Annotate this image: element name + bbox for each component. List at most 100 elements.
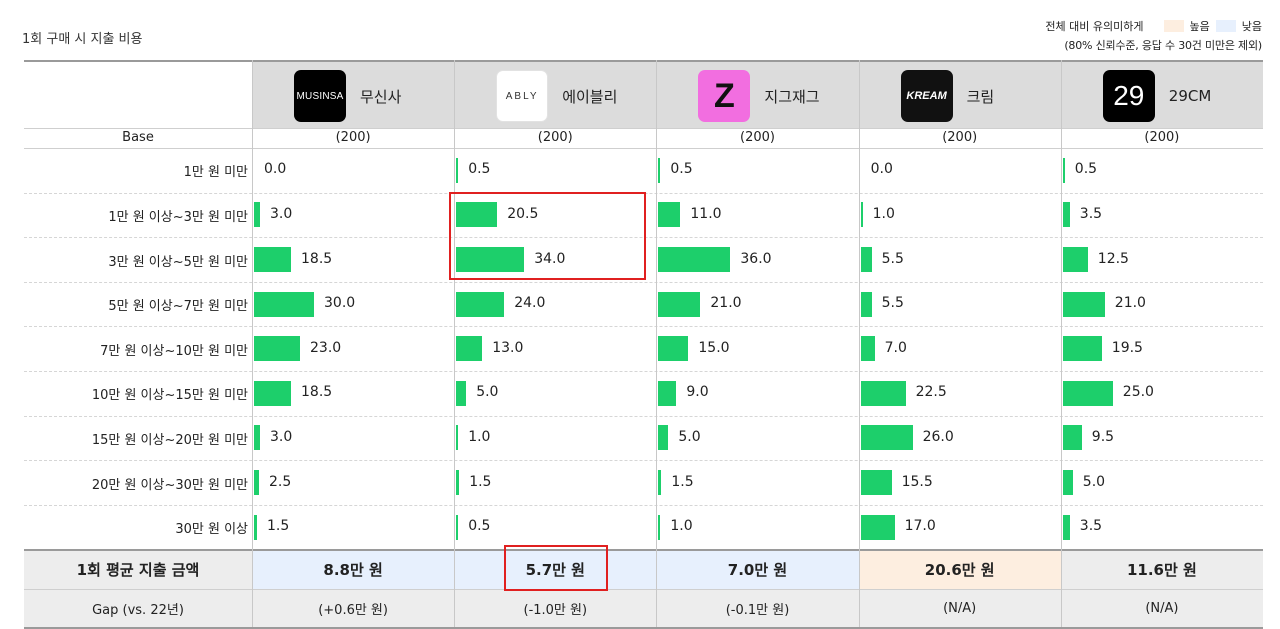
data-label: 1.5 [671,473,694,490]
data-label: 18.5 [301,250,333,267]
data-label: 1.0 [872,205,895,222]
highlight-box-ably-bars [449,191,647,280]
bar [658,514,661,540]
data-label: 30.0 [324,295,356,312]
category-label: 1만 원 이상~3만 원 미만 [108,209,248,225]
category-label: 1만 원 미만 [183,165,248,181]
data-label: 1.5 [267,518,290,535]
musinsa-logo: MUSINSA [294,70,346,122]
bar [1062,470,1073,495]
bar [860,425,913,451]
category-label: 5만 원 이상~7만 원 미만 [108,299,248,315]
row-divider [24,148,1263,149]
avg-label: 1회 평균 지출 금액 [76,560,200,579]
legend-low-label: 낮음 [1241,20,1262,33]
avg-value: 11.6만 원 [1126,560,1197,579]
bar [456,336,483,362]
bar [1062,202,1070,228]
data-label: 21.0 [710,295,742,312]
data-label: 11.0 [690,205,722,222]
legend: 전체 대비 유의미하게 높음 낮음 (80% 신뢰수준, 응답 수 30건 미만… [1000,18,1262,53]
data-label: 0.0 [870,161,893,178]
row-divider [24,415,1263,417]
brand-header-0: MUSINSA 무신사 [294,70,401,122]
bar [860,470,892,495]
data-label: 17.0 [904,518,936,535]
brand-header-4: 29 29CM [1102,70,1211,122]
data-label: 5.5 [881,250,904,267]
kream-logo: KREAM [900,70,953,122]
data-label: 24.0 [514,295,546,312]
avg-value: 8.8만 원 [323,560,383,579]
bar [254,291,314,317]
bar [1062,157,1065,183]
bar [860,291,872,317]
bar [658,336,689,362]
bar [1062,336,1102,362]
data-label: 13.0 [492,339,524,356]
bar [658,247,731,272]
brand-name: 크림 [966,87,995,106]
gap-value: (N/A) [1145,600,1179,616]
brand-name: 지그재그 [764,87,820,106]
base-count: (200) [1144,130,1180,145]
row-divider [24,504,1263,506]
29cm-logo: 29 [1102,70,1155,122]
category-label: 15만 원 이상~20만 원 미만 [91,432,248,448]
spending-table: MUSINSA 무신사 ABLY 에이블리 Z 지그재그 KREAM 크림 29 29CM Base… [24,60,1263,629]
bar [658,202,681,228]
data-label: 36.0 [740,250,772,267]
data-label: 26.0 [922,428,954,445]
category-label: 7만 원 이상~10만 원 미만 [100,343,248,359]
avg-value: 7.0만 원 [727,560,788,579]
row-divider [24,128,1263,129]
row-divider [24,371,1263,372]
data-label: 0.0 [264,161,287,178]
bar [456,380,467,406]
data-label: 2.5 [269,473,292,490]
data-label: 5.0 [678,428,701,445]
gap-value: (-1.0만 원) [523,602,588,618]
brand-name: 에이블리 [562,87,618,106]
base-count: (200) [942,130,978,145]
column-divider [656,60,658,628]
bar [860,202,863,228]
bar [254,202,260,228]
gap-value: (N/A) [943,600,977,616]
bar [860,247,872,272]
legend-note: (80% 신뢰수준, 응답 수 30건 미만은 제외) [1064,39,1262,52]
brand-name: 무신사 [360,87,402,106]
bar [658,425,669,451]
bar [254,425,260,451]
bar [254,514,257,540]
row-divider [24,326,1263,328]
bar [658,470,662,495]
ably-logo: ABLY [496,70,549,122]
data-label: 3.0 [270,428,293,445]
bar [456,514,459,540]
data-label: 0.5 [1074,161,1098,178]
category-label: 30만 원 이상 [175,522,248,538]
bar [254,380,291,406]
data-label: 3.5 [1079,205,1103,222]
bar [658,380,677,406]
brand-header-3: KREAM 크림 [900,70,995,122]
bar [860,336,875,362]
legend-high-swatch [1163,20,1184,32]
data-label: 9.0 [686,384,709,401]
data-label: 15.5 [901,473,933,490]
data-label: 0.5 [468,518,491,535]
bar [860,380,906,406]
data-label: 9.5 [1091,428,1115,445]
avg-value: 20.6만 원 [924,560,995,579]
base-count: (200) [537,130,573,145]
bar [1062,514,1070,540]
bar [254,247,291,272]
category-label: 20만 원 이상~30만 원 미만 [91,477,248,493]
data-label: 5.5 [881,295,904,312]
base-count: (200) [740,130,775,145]
legend-high-label: 높음 [1189,20,1210,33]
bar [254,470,259,495]
data-label: 5.0 [1082,473,1106,490]
bar [1062,425,1082,451]
